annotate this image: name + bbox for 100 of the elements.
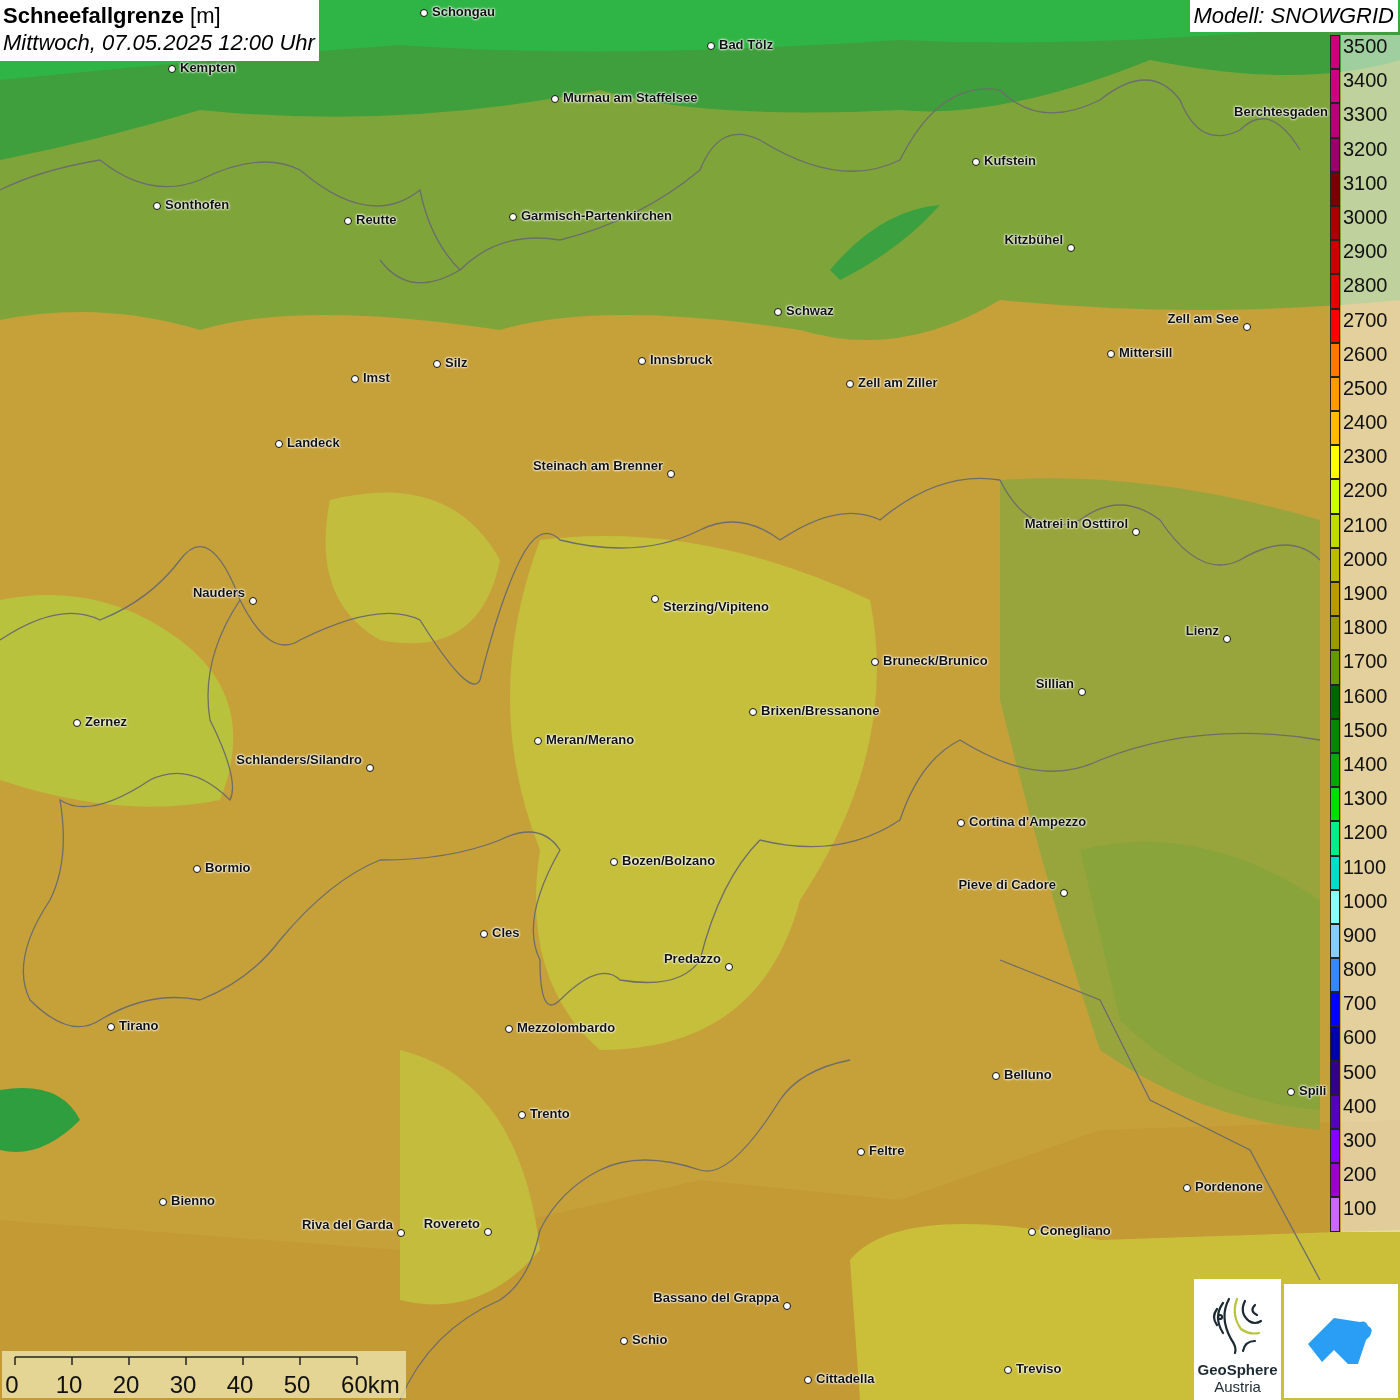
scale-label: 40 (226, 1371, 254, 1399)
city-label: Imst (363, 370, 390, 385)
city-label: Murnau am Staffelsee (563, 90, 698, 105)
location-dot-icon (518, 1111, 526, 1119)
location-dot-icon (73, 719, 81, 727)
location-dot-icon (857, 1148, 865, 1156)
legend-label: 2200 (1342, 479, 1388, 504)
legend-label: 1900 (1342, 582, 1388, 606)
legend-label: 1100 (1342, 855, 1386, 880)
city-label: Pordenone (1195, 1179, 1263, 1194)
model-label: Modell: SNOWGRID (1189, 0, 1398, 32)
city-label: Sonthofen (165, 197, 230, 212)
legend-label: 700 (1342, 992, 1377, 1017)
legend-label: 2700 (1342, 308, 1388, 333)
legend-label: 300 (1342, 1129, 1377, 1153)
location-dot-icon (344, 217, 352, 225)
location-dot-icon (484, 1228, 492, 1236)
location-dot-icon (651, 595, 659, 603)
city-label: Cittadella (816, 1371, 875, 1386)
legend-label: 1300 (1342, 787, 1388, 812)
city-label: Conegliano (1040, 1223, 1111, 1238)
legend-label: 1000 (1342, 889, 1388, 914)
city-label: Sillian (1035, 676, 1074, 691)
location-dot-icon (804, 1376, 812, 1384)
city-label: Berchtesgaden (1234, 104, 1328, 119)
legend-label: 2400 (1342, 411, 1388, 436)
map-title: Schneefallgrenze [m] (3, 2, 222, 29)
legend-label: 400 (1342, 1094, 1377, 1119)
legend-label: 1600 (1342, 684, 1388, 709)
city-label: Bassano del Grappa (653, 1290, 779, 1305)
location-dot-icon (749, 708, 757, 716)
map-date: Mittwoch, 07.05.2025 12:00 Uhr (3, 29, 315, 56)
location-dot-icon (249, 597, 257, 605)
location-dot-icon (774, 308, 782, 316)
city-label: Schio (632, 1332, 668, 1347)
legend-label: 3000 (1342, 205, 1388, 230)
location-dot-icon (193, 865, 201, 873)
location-dot-icon (509, 213, 517, 221)
legend-label: 1500 (1342, 718, 1388, 743)
location-dot-icon (480, 930, 488, 938)
city-label: Mezzolombardo (517, 1020, 616, 1035)
city-label: Sterzing/Vipiteno (663, 599, 769, 614)
location-dot-icon (1067, 244, 1075, 252)
city-label: Garmisch-Partenkirchen (521, 208, 672, 223)
city-label: Meran/Merano (546, 732, 635, 747)
location-dot-icon (972, 158, 980, 166)
location-dot-icon (610, 858, 618, 866)
legend-label: 600 (1342, 1026, 1377, 1051)
city-label: Bozen/Bolzano (622, 853, 716, 868)
location-dot-icon (1004, 1366, 1012, 1374)
location-dot-icon (1287, 1088, 1295, 1096)
location-dot-icon (1078, 688, 1086, 696)
city-label: Rovereto (423, 1216, 480, 1231)
legend-label: 800 (1342, 958, 1377, 983)
city-label: Predazzo (663, 951, 721, 966)
city-label: Schlanders/Silandro (236, 752, 362, 767)
location-dot-icon (1243, 323, 1251, 331)
legend-label: 2900 (1342, 240, 1388, 265)
legend-label: 2500 (1342, 376, 1388, 401)
location-dot-icon (846, 380, 854, 388)
scale-label: 30 (169, 1371, 197, 1399)
location-dot-icon (1107, 350, 1115, 358)
city-label: Kufstein (984, 153, 1036, 168)
location-dot-icon (420, 9, 428, 17)
location-dot-icon (1223, 635, 1231, 643)
location-dot-icon (551, 95, 559, 103)
logo-country: Austria (1214, 1378, 1261, 1395)
city-label: Pieve di Cadore (958, 877, 1056, 892)
city-label: Tirano (119, 1018, 159, 1033)
city-label: Spili (1299, 1083, 1327, 1098)
legend-label: 2300 (1342, 445, 1388, 470)
city-label: Schwaz (786, 303, 834, 318)
location-dot-icon (667, 470, 675, 478)
legend-label: 2000 (1342, 547, 1388, 572)
scale-label: 10 (55, 1371, 83, 1399)
location-dot-icon (871, 658, 879, 666)
location-dot-icon (957, 819, 965, 827)
location-dot-icon (1183, 1184, 1191, 1192)
city-label: Brixen/Bressanone (761, 703, 880, 718)
city-label: Bad Tölz (719, 37, 774, 52)
scale-label: 0 (5, 1371, 19, 1399)
city-label: Innsbruck (650, 352, 713, 367)
city-label: Feltre (869, 1143, 905, 1158)
legend-label: 1800 (1342, 616, 1388, 641)
legend-label: 100 (1342, 1197, 1377, 1222)
location-dot-icon (992, 1072, 1000, 1080)
legend-label: 2100 (1342, 513, 1388, 538)
snow-roof-logo-icon (1308, 1318, 1374, 1364)
location-dot-icon (366, 764, 374, 772)
legend-label: 200 (1342, 1163, 1377, 1188)
legend-label: 3400 (1342, 69, 1388, 94)
city-label: Kempten (180, 60, 236, 75)
location-dot-icon (275, 440, 283, 448)
city-label: Bienno (171, 1193, 216, 1208)
city-label: Matrei in Osttirol (1024, 516, 1128, 531)
city-label: Cles (492, 925, 520, 940)
location-dot-icon (783, 1302, 791, 1310)
city-label: Mittersill (1119, 345, 1173, 360)
legend-label: 3100 (1342, 171, 1388, 196)
legend-label: 3300 (1342, 103, 1388, 128)
